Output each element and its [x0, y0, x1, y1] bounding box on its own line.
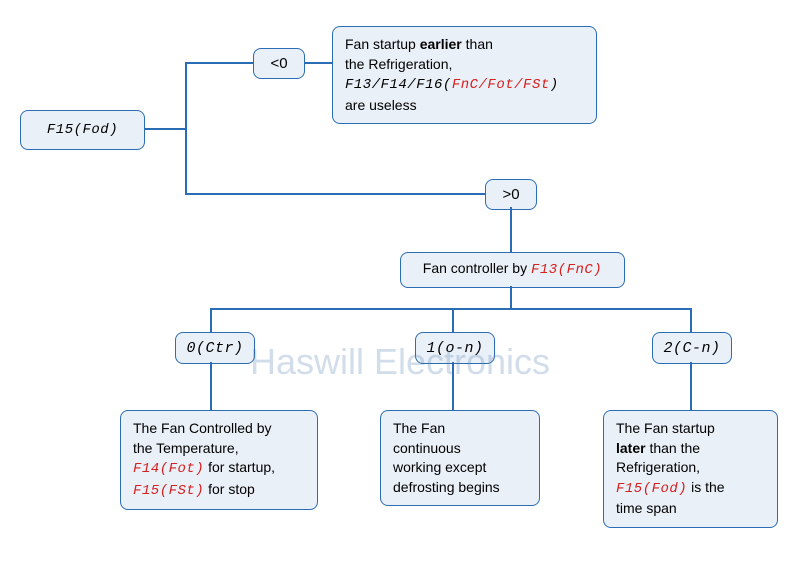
text-line: F15(Fod) is the	[616, 478, 765, 500]
text-line: Fan startup earlier than	[345, 35, 584, 55]
option-2-desc: The Fan startup later than the Refrigera…	[603, 410, 778, 528]
condition-gt0-label: >0	[502, 186, 519, 203]
connector	[210, 308, 212, 332]
text-line: are useless	[345, 96, 584, 116]
connector	[510, 207, 512, 252]
connector	[185, 62, 253, 64]
text-line: the Temperature,	[133, 439, 305, 459]
text-line: F15(FSt) for stop	[133, 480, 305, 502]
text-line: later than the	[616, 439, 765, 459]
connector	[210, 308, 690, 310]
text-line: The Fan Controlled by	[133, 419, 305, 439]
text-line: continuous	[393, 439, 527, 459]
connector	[185, 193, 485, 195]
connector	[690, 308, 692, 332]
connector	[305, 62, 332, 64]
option-1-label: 1(o-n)	[415, 332, 495, 364]
option-0-desc: The Fan Controlled by the Temperature, F…	[120, 410, 318, 510]
controller-text: Fan controller by	[423, 260, 531, 276]
option-0-label: 0(Ctr)	[175, 332, 255, 364]
fan-controller-node: Fan controller by F13(FnC)	[400, 252, 625, 288]
watermark-text: Haswill Electronics	[250, 341, 550, 383]
text-line: working except	[393, 458, 527, 478]
condition-gt0: >0	[485, 179, 537, 210]
connector	[185, 62, 187, 195]
connector	[452, 308, 454, 332]
desc-lt0: Fan startup earlier than the Refrigerati…	[332, 26, 597, 124]
text-line: the Refrigeration,	[345, 55, 584, 75]
connector	[690, 362, 692, 410]
connector	[145, 128, 185, 130]
root-label: F15(Fod)	[47, 122, 118, 138]
text-line: time span	[616, 499, 765, 519]
connector	[510, 286, 512, 308]
connector	[210, 362, 212, 410]
text-line: The Fan startup	[616, 419, 765, 439]
root-node: F15(Fod)	[20, 110, 145, 150]
option-1-desc: The Fan continuous working except defros…	[380, 410, 540, 506]
text-line: Refrigeration,	[616, 458, 765, 478]
text-line: defrosting begins	[393, 478, 527, 498]
text-line: The Fan	[393, 419, 527, 439]
controller-param: F13(FnC)	[531, 262, 602, 278]
option-2-label: 2(C-n)	[652, 332, 732, 364]
text-line: F13/F14/F16(FnC/Fot/FSt)	[345, 74, 584, 96]
condition-lt0-label: <0	[270, 55, 287, 72]
condition-lt0: <0	[253, 48, 305, 79]
text-line: F14(Fot) for startup,	[133, 458, 305, 480]
connector	[452, 362, 454, 410]
